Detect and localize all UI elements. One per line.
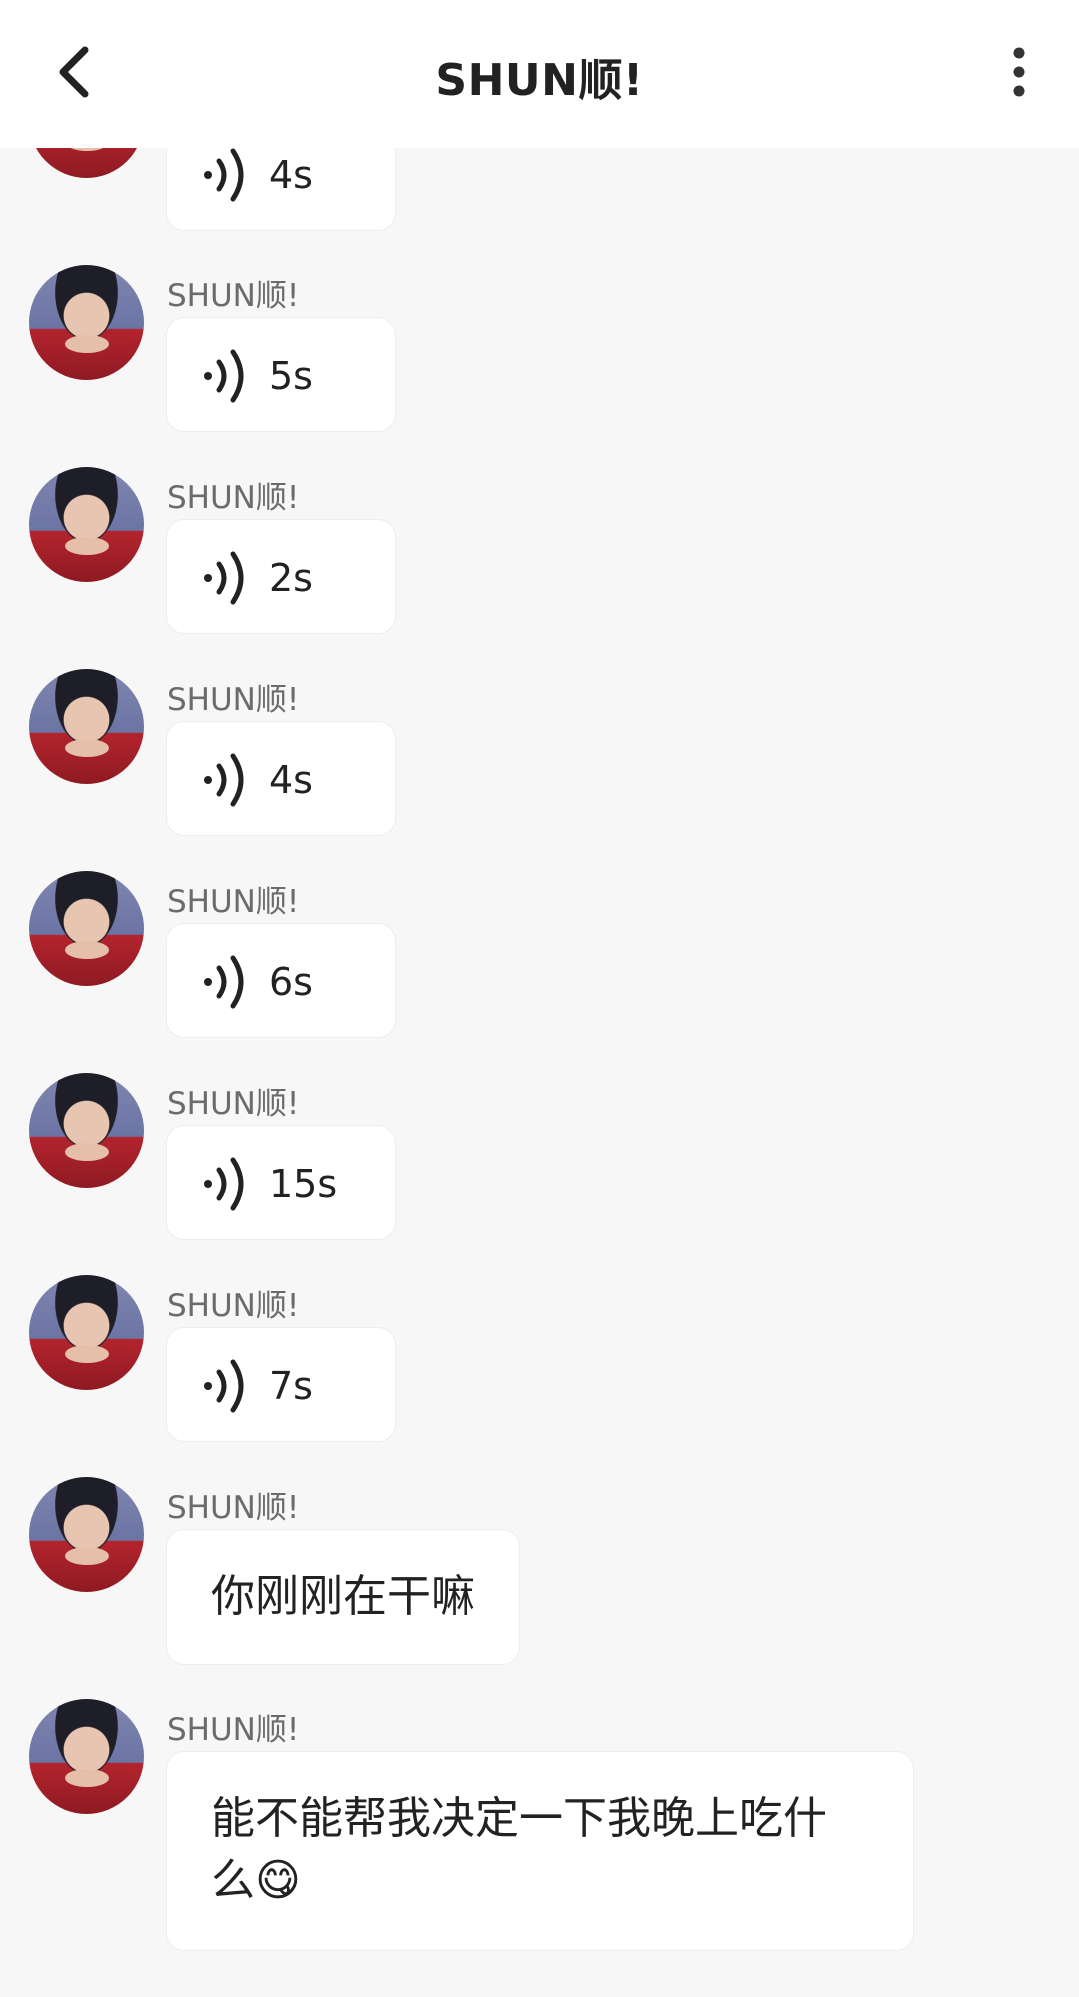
sender-name: SHUN顺! xyxy=(167,1490,300,1526)
avatar[interactable] xyxy=(29,871,144,986)
sender-name: SHUN顺! xyxy=(167,1712,300,1748)
page-title: SHUN顺! xyxy=(435,55,644,106)
avatar[interactable] xyxy=(29,1073,144,1188)
voice-duration: 2s xyxy=(269,556,313,600)
voice-wave-icon xyxy=(204,1157,244,1211)
sender-name: SHUN顺! xyxy=(167,278,300,314)
top-app-bar: SHUN顺! xyxy=(0,0,1079,148)
voice-wave-icon xyxy=(204,148,244,202)
voice-message-bubble[interactable]: 15s xyxy=(166,1125,396,1240)
voice-message-bubble[interactable]: 6s xyxy=(166,923,396,1038)
more-vertical-icon xyxy=(1013,47,1025,97)
voice-message-bubble[interactable]: 4s xyxy=(166,721,396,836)
voice-duration: 4s xyxy=(269,153,313,197)
avatar[interactable] xyxy=(29,1477,144,1592)
avatar[interactable] xyxy=(29,669,144,784)
text-message-bubble[interactable]: 能不能帮我决定一下我晚上吃什么😋 xyxy=(166,1751,914,1951)
message-text: 能不能帮我决定一下我晚上吃什么😋 xyxy=(211,1793,827,1906)
voice-duration: 6s xyxy=(269,960,313,1004)
voice-wave-icon xyxy=(204,551,244,605)
avatar[interactable] xyxy=(29,1699,144,1814)
voice-duration: 5s xyxy=(269,354,313,398)
voice-message-bubble[interactable]: 7s xyxy=(166,1327,396,1442)
sender-name: SHUN顺! xyxy=(167,1288,300,1324)
voice-wave-icon xyxy=(204,1359,244,1413)
voice-duration: 4s xyxy=(269,758,313,802)
sender-name: SHUN顺! xyxy=(167,884,300,920)
voice-wave-icon xyxy=(204,349,244,403)
voice-message-bubble[interactable]: 5s xyxy=(166,317,396,432)
voice-message-bubble[interactable]: 2s xyxy=(166,519,396,634)
avatar[interactable] xyxy=(29,265,144,380)
voice-duration: 15s xyxy=(269,1162,338,1206)
text-message-bubble[interactable]: 你刚刚在干嘛 xyxy=(166,1529,520,1665)
message-text: 你刚刚在干嘛 xyxy=(211,1571,475,1622)
avatar[interactable] xyxy=(29,1275,144,1390)
avatar[interactable] xyxy=(29,467,144,582)
voice-wave-icon xyxy=(204,955,244,1009)
voice-wave-icon xyxy=(204,753,244,807)
sender-name: SHUN顺! xyxy=(167,480,300,516)
voice-duration: 7s xyxy=(269,1364,313,1408)
sender-name: SHUN顺! xyxy=(167,682,300,718)
sender-name: SHUN顺! xyxy=(167,1086,300,1122)
more-options-button[interactable] xyxy=(989,40,1049,104)
